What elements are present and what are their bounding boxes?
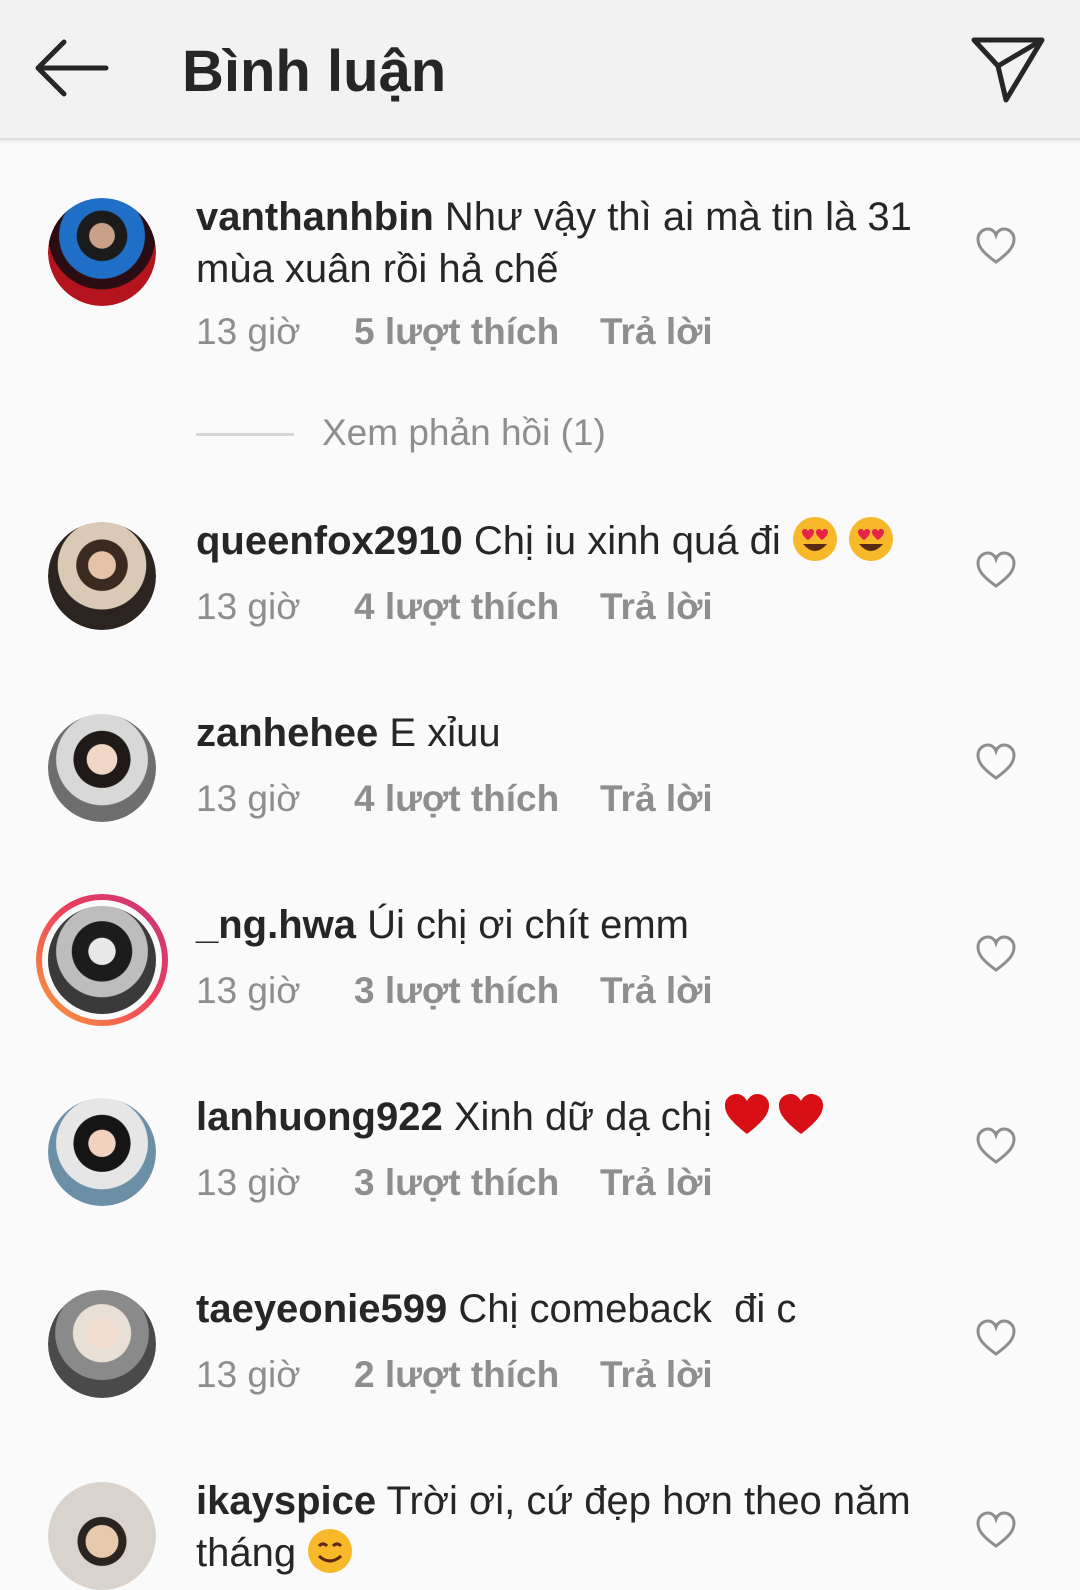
comment-username[interactable]: ikayspice [196, 1479, 376, 1523]
comment-username[interactable]: taeyeonie599 [196, 1287, 447, 1331]
reply-button[interactable]: Trả lời [600, 969, 713, 1013]
like-button[interactable] [974, 1510, 1018, 1550]
comment-time: 13 giờ [196, 311, 301, 352]
avatar[interactable] [48, 522, 156, 630]
like-button[interactable] [974, 226, 1018, 266]
comment-body: Úi chị ơi chít emm [367, 903, 689, 947]
like-button[interactable] [974, 742, 1018, 782]
paper-plane-icon [971, 37, 1045, 103]
back-button[interactable] [30, 36, 110, 100]
avatar[interactable] [48, 714, 156, 822]
comment-likes[interactable]: 3 lượt thích [354, 969, 559, 1013]
view-replies-button[interactable]: Xem phản hồi (1) [196, 410, 696, 460]
like-button[interactable] [974, 1126, 1018, 1166]
comment-text: _ng.hwa Úi chị ơi chít emm [196, 899, 936, 951]
smiling-emoji-icon [307, 1528, 353, 1587]
comment-username[interactable]: lanhuong922 [196, 1095, 443, 1139]
heart-outline-icon [976, 743, 1016, 780]
comment-body: E xỉuu [389, 711, 501, 755]
comment-likes[interactable]: 2 lượt thích [354, 1353, 559, 1397]
comment-body: Chị iu xinh quá đi [473, 519, 781, 563]
heart-outline-icon [976, 935, 1016, 972]
comment-username[interactable]: zanhehee [196, 711, 378, 755]
like-button[interactable] [974, 934, 1018, 974]
app-header: Bình luận [0, 0, 1080, 140]
replies-divider [196, 433, 294, 436]
arrow-left-icon [35, 39, 109, 97]
comment-text: lanhuong922 Xinh dữ dạ chị [196, 1091, 936, 1151]
comment-time: 13 giờ [196, 1162, 301, 1203]
share-button[interactable] [966, 30, 1050, 106]
comment-text: queenfox2910 Chị iu xinh quá đi [196, 515, 936, 575]
comment-username[interactable]: _ng.hwa [196, 903, 356, 947]
comment-text: taeyeonie599 Chị comeback đi c [196, 1283, 936, 1335]
reply-button[interactable]: Trả lời [600, 585, 713, 629]
red-heart-emoji-icon [723, 1092, 827, 1151]
reply-button[interactable]: Trả lời [600, 310, 713, 354]
heart-outline-icon [976, 1319, 1016, 1356]
reply-button[interactable]: Trả lời [600, 777, 713, 821]
comment-time: 13 giờ [196, 586, 301, 627]
like-button[interactable] [974, 550, 1018, 590]
avatar[interactable] [48, 198, 156, 306]
like-button[interactable] [974, 1318, 1018, 1358]
comment-text: zanhehee E xỉuu [196, 707, 936, 759]
comment-username[interactable]: queenfox2910 [196, 519, 463, 563]
heart-outline-icon [976, 227, 1016, 264]
comment-likes[interactable]: 5 lượt thích [354, 310, 559, 354]
comment-body: Xinh dữ dạ chị [453, 1095, 712, 1139]
comment-likes[interactable]: 4 lượt thích [354, 585, 559, 629]
comment-likes[interactable]: 4 lượt thích [354, 777, 559, 821]
comment-time: 13 giờ [196, 970, 301, 1011]
avatar[interactable] [48, 1290, 156, 1398]
heart-eyes-emoji-icon [792, 516, 896, 575]
heart-outline-icon [976, 1127, 1016, 1164]
comment-time: 13 giờ [196, 1354, 301, 1395]
comment-username[interactable]: vanthanhbin [196, 195, 434, 239]
comment-text: ikayspice Trời ơi, cứ đẹp hơn theo năm t… [196, 1475, 936, 1587]
reply-button[interactable]: Trả lời [600, 1161, 713, 1205]
heart-outline-icon [976, 1511, 1016, 1548]
page-title: Bình luận [182, 39, 447, 104]
comment-time: 13 giờ [196, 778, 301, 819]
avatar-story-ring[interactable] [36, 894, 168, 1026]
view-replies-label: Xem phản hồi (1) [322, 412, 606, 453]
reply-button[interactable]: Trả lời [600, 1353, 713, 1397]
heart-outline-icon [976, 551, 1016, 588]
avatar[interactable] [48, 1482, 156, 1590]
comment-body: Chị comeback đi c [458, 1287, 797, 1331]
avatar[interactable] [48, 1098, 156, 1206]
comment-likes[interactable]: 3 lượt thích [354, 1161, 559, 1205]
comment-text: vanthanhbin Như vậy thì ai mà tin là 31 … [196, 191, 936, 295]
